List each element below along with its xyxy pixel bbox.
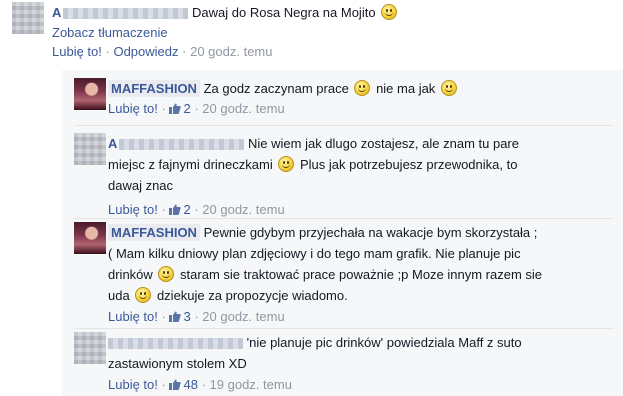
comment-text: Pewnie gdybym przyjechała na wakacje bym… xyxy=(203,225,538,240)
separator: · xyxy=(194,202,199,217)
avatar[interactable] xyxy=(74,332,106,364)
timestamp[interactable]: 20 godz. temu xyxy=(202,101,284,116)
avatar[interactable] xyxy=(12,2,44,34)
like-link[interactable]: Lubię to! xyxy=(108,202,158,217)
author-name[interactable]: MAFFASHION xyxy=(108,224,200,241)
timestamp[interactable]: 19 godz. temu xyxy=(210,377,292,392)
like-count[interactable]: 3 xyxy=(169,309,191,324)
comment-text: ( Mam kilku dniowy plan zdjęciowy i do t… xyxy=(108,246,521,261)
like-link[interactable]: Lubię to! xyxy=(108,309,158,324)
like-link[interactable]: Lubię to! xyxy=(108,101,158,116)
separator: · xyxy=(161,309,166,324)
comment-text: uda xyxy=(108,288,130,303)
like-count[interactable]: 2 xyxy=(169,202,191,217)
author-name-blurred xyxy=(63,8,189,20)
separator: · xyxy=(194,309,199,324)
avatar[interactable] xyxy=(74,133,106,165)
author-name[interactable]: A xyxy=(108,136,117,151)
divider xyxy=(74,218,614,219)
separator: · xyxy=(161,202,166,217)
thumbs-up-icon xyxy=(169,311,182,322)
comment-text: 'nie planuje pic drinków' powiedziala Ma… xyxy=(246,335,522,350)
timestamp[interactable]: 20 godz. temu xyxy=(202,202,284,217)
separator: · xyxy=(201,377,206,392)
like-link[interactable]: Lubię to! xyxy=(108,377,158,392)
thumbs-up-icon xyxy=(169,204,182,215)
comment-text: miejsc z fajnymi drineczkami xyxy=(108,157,273,172)
author-name-blurred[interactable] xyxy=(108,338,243,350)
author-name[interactable]: A xyxy=(52,5,61,20)
author-name-blurred xyxy=(119,139,245,151)
smiley-emoticon-icon xyxy=(354,80,371,96)
comment-text: nie ma jak xyxy=(376,81,436,96)
like-count[interactable]: 48 xyxy=(169,377,198,392)
comment-text: staram sie traktować prace poważnie ;p M… xyxy=(180,267,543,282)
comment-text: zastawionym stolem XD xyxy=(108,356,247,371)
smiley-emoticon-icon xyxy=(440,80,457,96)
author-name[interactable]: MAFFASHION xyxy=(108,80,200,97)
thumbs-up-icon xyxy=(169,103,182,114)
divider xyxy=(74,125,614,126)
separator: · xyxy=(105,44,110,59)
comment-text: dawaj znac xyxy=(108,178,174,193)
smiley-emoticon-icon xyxy=(135,287,152,303)
reply-link[interactable]: Odpowiedz xyxy=(113,44,178,59)
separator: · xyxy=(194,101,199,116)
comment-text: Za godz zaczynam prace xyxy=(203,81,349,96)
separator: · xyxy=(161,101,166,116)
avatar[interactable] xyxy=(74,78,106,110)
comment-text: Plus jak potrzebujesz przewodnika, to xyxy=(299,157,518,172)
timestamp[interactable]: 20 godz. temu xyxy=(190,44,272,59)
comment-text: Dawaj do Rosa Negra na Mojito xyxy=(192,5,376,20)
comment-text: drinków xyxy=(108,267,153,282)
thumbs-up-icon xyxy=(169,379,182,390)
like-count[interactable]: 2 xyxy=(169,101,191,116)
comment-text: dziekuje za propozycje wiadomo. xyxy=(156,288,348,303)
avatar[interactable] xyxy=(74,222,106,254)
divider xyxy=(74,328,614,329)
smiley-emoticon-icon xyxy=(158,266,175,282)
like-link[interactable]: Lubię to! xyxy=(52,44,102,59)
comment-1: A Dawaj do Rosa Negra na Mojito Zobacz t… xyxy=(12,2,623,68)
smiley-emoticon-icon xyxy=(381,4,398,20)
separator: · xyxy=(161,377,166,392)
smiley-emoticon-icon xyxy=(278,156,295,172)
separator: · xyxy=(182,44,187,59)
see-translation-link[interactable]: Zobacz tłumaczenie xyxy=(52,25,168,40)
comment-text: Nie wiem jak dlugo zostajesz, ale znam t… xyxy=(248,136,519,151)
timestamp[interactable]: 20 godz. temu xyxy=(202,309,284,324)
